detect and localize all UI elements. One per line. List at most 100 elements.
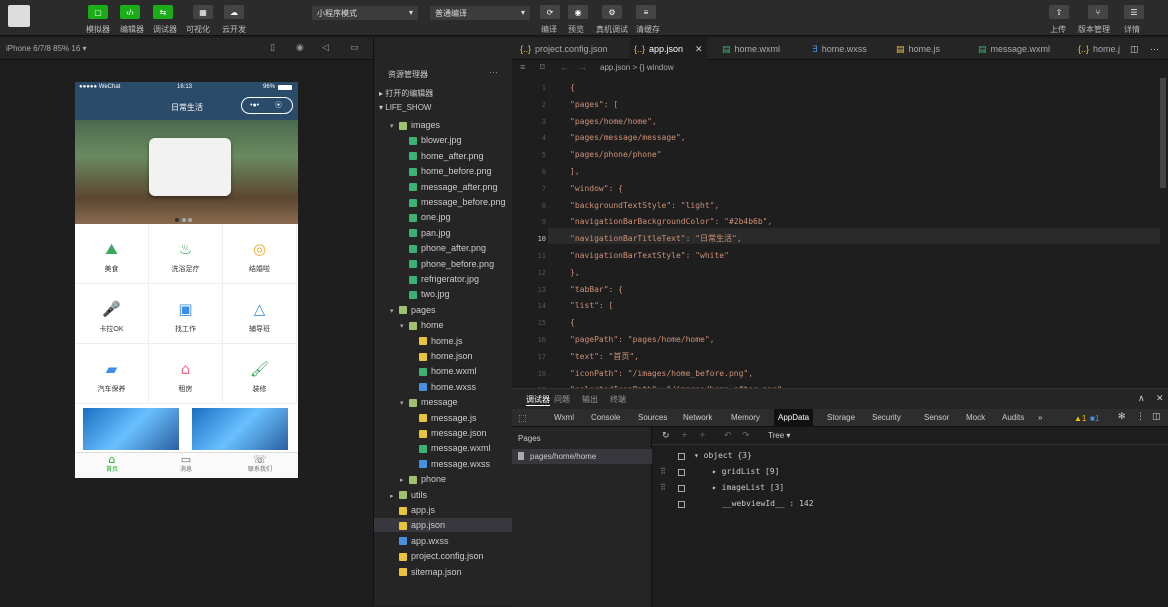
tree-file[interactable]: app.json <box>374 518 513 533</box>
devtools-top-tab[interactable]: 终端 <box>610 394 626 405</box>
volume-icon[interactable]: ◁ <box>322 42 329 53</box>
devtools-tab-network[interactable]: Network <box>679 409 716 427</box>
infos-badge[interactable]: ■1 <box>1090 414 1099 423</box>
tree-file[interactable]: one.jpg <box>374 210 513 224</box>
forward-icon[interactable]: → <box>578 62 587 72</box>
tree-file[interactable]: home_after.png <box>374 149 513 163</box>
tree-file[interactable]: home.js <box>374 334 513 348</box>
grid-item[interactable]: 🖌 装修 <box>223 344 297 404</box>
undo-icon[interactable]: ↶ <box>724 430 732 441</box>
tree-folder[interactable]: ▸ utils <box>374 488 513 502</box>
devtools-top-tab[interactable]: 问题 <box>554 394 570 405</box>
tree-file[interactable]: two.jpg <box>374 287 513 301</box>
refresh-icon[interactable]: ↻ <box>662 430 670 441</box>
tab-home-wxml[interactable]: ▤ home.wxml <box>718 38 784 60</box>
compile-select[interactable]: 普通编译 ▾ <box>430 6 530 20</box>
devtools-tab-mock[interactable]: Mock <box>962 409 989 427</box>
app-avatar[interactable] <box>8 5 30 27</box>
back-icon[interactable]: ← <box>560 62 569 72</box>
tree-folder[interactable]: ▾ pages <box>374 303 513 317</box>
tree-file[interactable]: message.wxss <box>374 457 513 471</box>
warnings-badge[interactable]: ▲1 <box>1074 414 1086 423</box>
rotate-icon[interactable]: ▯ <box>270 42 275 53</box>
editor-button[interactable]: ‹/› <box>120 5 140 19</box>
grid-item[interactable]: ⌂ 租房 <box>149 344 223 404</box>
collapse-icon[interactable]: ∧ <box>1138 393 1145 404</box>
editor-more-icon[interactable]: ··· <box>1150 44 1159 54</box>
visualize-button[interactable]: ▦ <box>193 5 213 19</box>
close-circle-icon[interactable]: ⦿ <box>275 98 282 113</box>
tab-phone[interactable]: ☏ 联系我们 <box>223 453 297 478</box>
checkbox-icon[interactable] <box>678 501 685 508</box>
devtools-tab-appdata[interactable]: AppData <box>774 409 814 427</box>
page-item[interactable]: pages/home/home <box>512 449 652 464</box>
grid-item[interactable]: ♨ 洗浴足疗 <box>149 224 223 284</box>
mode-select[interactable]: 小程序模式 ▾ <box>312 6 418 20</box>
appdata-node[interactable]: ▸ gridList [9] <box>712 467 779 476</box>
window-icon[interactable]: ▭ <box>350 42 359 53</box>
tree-file[interactable]: sitemap.json <box>374 565 513 579</box>
version-button[interactable]: ⑂ <box>1088 5 1108 19</box>
tree-folder[interactable]: ▾ home <box>374 318 513 332</box>
tree-file[interactable]: message.wxml <box>374 441 513 455</box>
tree-file[interactable]: app.wxss <box>374 534 513 548</box>
compile-button[interactable]: ⟳ <box>540 5 560 19</box>
checkbox-icon[interactable] <box>678 485 685 492</box>
list-icon[interactable]: ≡ <box>520 62 525 72</box>
tree-file[interactable]: home.wxml <box>374 364 513 378</box>
devtools-top-tab[interactable]: 输出 <box>582 394 598 405</box>
tree-file[interactable]: message_before.png <box>374 195 513 209</box>
tree-folder[interactable]: ▾ images <box>374 118 513 132</box>
cloud-button[interactable]: ☁ <box>224 5 244 19</box>
tree-file[interactable]: home.json <box>374 349 513 363</box>
tree-file[interactable]: home.wxss <box>374 380 513 394</box>
split-editor-icon[interactable]: ◫ <box>1130 44 1139 55</box>
simulator-button[interactable]: ▢ <box>88 5 108 19</box>
devtools-tab-sources[interactable]: Sources <box>634 409 671 427</box>
tab-home[interactable]: ⌂ 首页 <box>75 453 149 478</box>
collapse-all-icon[interactable]: ÷ <box>700 430 705 440</box>
redo-icon[interactable]: ↷ <box>742 430 750 441</box>
settings-icon[interactable]: ✻ <box>1118 411 1126 422</box>
grid-item[interactable]: 🎤 卡拉OK <box>75 284 149 344</box>
bottom-image-right[interactable] <box>192 408 288 450</box>
tree-folder[interactable]: ▸ phone <box>374 472 513 486</box>
tab-message-wxml[interactable]: ▤ message.wxml <box>974 38 1054 60</box>
capsule-menu[interactable]: •●• ⦿ <box>241 97 293 114</box>
tree-file[interactable]: home_before.png <box>374 164 513 178</box>
open-editors-section[interactable]: ▸ 打开的编辑器 <box>379 88 433 99</box>
bookmark-icon[interactable]: ⌑ <box>540 62 545 73</box>
tree-file[interactable]: blower.jpg <box>374 133 513 147</box>
breadcrumb[interactable]: app.json > {} window <box>600 63 674 72</box>
device-select[interactable]: iPhone 6/7/8 85% 16 ▾ <box>6 44 87 53</box>
details-button[interactable]: ☰ <box>1124 5 1144 19</box>
appdata-node[interactable]: ▾ object {3} <box>694 451 752 460</box>
tab-home-wxss[interactable]: ∃ home.wxss <box>808 38 871 60</box>
devtools-tab-wxml[interactable]: Wxml <box>550 409 578 427</box>
devtools-tab-audits[interactable]: Audits <box>998 409 1028 427</box>
devtools-tab-storage[interactable]: Storage <box>823 409 859 427</box>
tree-file[interactable]: message.json <box>374 426 513 440</box>
tree-file[interactable]: app.js <box>374 503 513 517</box>
tree-file[interactable]: phone_after.png <box>374 241 513 255</box>
tree-file[interactable]: message.js <box>374 411 513 425</box>
banner-carousel[interactable] <box>75 120 298 224</box>
checkbox-icon[interactable] <box>678 469 685 476</box>
tab-home-js[interactable]: ▤ home.js <box>892 38 944 60</box>
editor-scrollbar[interactable] <box>1160 78 1166 188</box>
grid-item[interactable]: △ 辅导班 <box>223 284 297 344</box>
view-mode-select[interactable]: Tree ▾ <box>768 431 790 440</box>
grid-item[interactable]: ▰ 汽车保养 <box>75 344 149 404</box>
devtools-tab-security[interactable]: Security <box>868 409 905 427</box>
project-root[interactable]: ▾ LIFE_SHOW <box>379 103 431 112</box>
tree-file[interactable]: phone_before.png <box>374 257 513 271</box>
devtools-tab-memory[interactable]: Memory <box>727 409 764 427</box>
expand-icon[interactable]: ÷ <box>682 430 687 440</box>
devtools-tab-console[interactable]: Console <box>587 409 624 427</box>
inspect-icon[interactable]: ⬚ <box>518 413 527 424</box>
tab-project-config-json[interactable]: {..} project.config.json <box>516 38 612 60</box>
tree-folder[interactable]: ▾ message <box>374 395 513 409</box>
dock-icon[interactable]: ◫ <box>1152 411 1161 422</box>
tree-file[interactable]: message_after.png <box>374 180 513 194</box>
kebab-icon[interactable]: ⋮ <box>1136 411 1145 422</box>
